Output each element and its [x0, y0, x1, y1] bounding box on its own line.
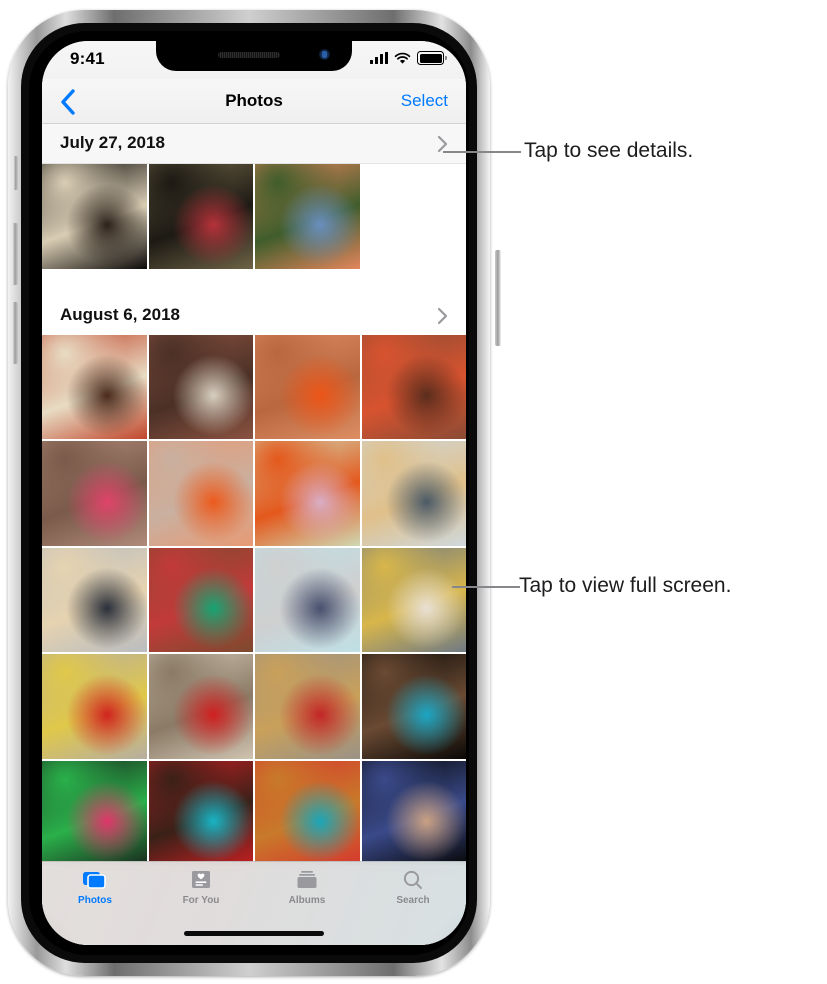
for-you-heart-card-icon — [188, 869, 214, 891]
earpiece-speaker-icon — [218, 52, 281, 58]
photo-thumbnail[interactable] — [361, 441, 466, 546]
boy-juggling-balls-green-wall — [255, 441, 360, 546]
tab-search[interactable]: Search — [360, 862, 466, 914]
boy-in-teal-robe-red-textile — [255, 760, 360, 865]
notch — [156, 41, 352, 71]
woman-in-red-top-by-taxi — [42, 654, 147, 759]
photo-thumbnail[interactable] — [148, 547, 253, 652]
photo-thumbnail[interactable] — [255, 441, 360, 546]
man-in-teal-robe-red-background — [148, 760, 253, 865]
tab-list: Photos For You Albums Search — [42, 862, 466, 914]
select-button[interactable]: Select — [401, 91, 448, 111]
device-screen: 9:41 Photos Select July 27, 2018 August … — [42, 41, 466, 945]
navigation-bar: Photos Select — [42, 79, 466, 124]
photo-thumbnail[interactable] — [148, 334, 253, 439]
boy-in-orange-shirt-running — [255, 334, 360, 439]
tab-label: Albums — [288, 895, 326, 906]
chevron-right-icon — [437, 307, 448, 324]
man-in-patterned-robe-in-alley — [148, 334, 253, 439]
smiling-girl-by-taxi — [361, 547, 466, 652]
woman-in-embroidered-red-dress — [255, 654, 360, 759]
date-header-july[interactable]: July 27, 2018 — [42, 123, 466, 164]
status-bar-indicators — [370, 51, 447, 65]
photo-thumbnail[interactable] — [255, 164, 360, 269]
tab-photos[interactable]: Photos — [42, 862, 148, 914]
section-spacer — [42, 268, 466, 295]
photos-stack-icon — [82, 869, 108, 891]
date-disclosure-button-august[interactable] — [437, 307, 448, 330]
photo-thumbnail[interactable] — [42, 760, 147, 865]
woman-profile-dark-background — [361, 760, 466, 865]
photo-thumbnail[interactable] — [255, 334, 360, 439]
battery-icon — [417, 51, 447, 65]
tab-label: Search — [396, 895, 430, 906]
photo-thumbnail[interactable] — [42, 164, 147, 269]
photo-thumbnail[interactable] — [361, 654, 466, 759]
silhouette-woman-by-window — [42, 164, 147, 269]
tab-albums[interactable]: Albums — [254, 862, 360, 914]
smiling-woman-red-sweater — [148, 654, 253, 759]
photo-thumbnail[interactable] — [361, 760, 466, 865]
elderly-man-with-flat-cap — [255, 547, 360, 652]
albums-icon — [294, 869, 320, 891]
screenshot-root: 9:41 Photos Select July 27, 2018 August … — [0, 0, 827, 984]
girl-in-blue-red-dress-on-steps — [255, 164, 360, 269]
front-camera-icon — [319, 49, 330, 60]
status-bar-time: 9:41 — [70, 49, 105, 68]
woman-in-pink-dress-seated — [42, 441, 147, 546]
callout-leader-line-fullscreen — [452, 586, 520, 588]
tab-label: Photos — [78, 895, 112, 906]
callout-leader-line-details — [443, 151, 521, 153]
photo-thumbnail[interactable] — [42, 654, 147, 759]
person-with-cloth-in-wind — [42, 547, 147, 652]
man-in-striped-robe-at-sunset — [361, 441, 466, 546]
wifi-icon — [394, 52, 411, 64]
photo-thumbnail[interactable] — [42, 441, 147, 546]
woman-with-colored-light-portrait — [42, 760, 147, 865]
photo-grid-august[interactable] — [42, 334, 466, 865]
photo-thumbnail[interactable] — [255, 760, 360, 865]
photo-thumbnail[interactable] — [42, 334, 147, 439]
date-disclosure-button-july[interactable] — [437, 135, 448, 158]
woman-in-red-shirt-at-checkered-table — [148, 164, 253, 269]
volume-up-button[interactable] — [12, 223, 18, 285]
photo-thumbnail[interactable] — [148, 654, 253, 759]
photo-thumbnail[interactable] — [361, 334, 466, 439]
date-label: July 27, 2018 — [60, 133, 165, 152]
photo-thumbnail[interactable] — [148, 760, 253, 865]
man-in-green-shirt-with-rugs — [148, 547, 253, 652]
tab-for-you[interactable]: For You — [148, 862, 254, 914]
photo-thumbnail[interactable] — [361, 547, 466, 652]
silent-switch-button[interactable] — [13, 156, 18, 190]
photo-thumbnail[interactable] — [148, 441, 253, 546]
figure-in-blue-in-dark-archway — [361, 654, 466, 759]
photo-thumbnail[interactable] — [255, 547, 360, 652]
date-label: August 6, 2018 — [60, 304, 180, 324]
woman-in-red-dress-on-dune — [361, 334, 466, 439]
callout-text-details: Tap to see details. — [524, 139, 694, 162]
callout-text-fullscreen: Tap to view full screen. — [519, 574, 732, 597]
date-header-august[interactable]: August 6, 2018 — [42, 294, 466, 335]
tab-bar: Photos For You Albums Search — [42, 861, 466, 945]
cellular-signal-icon — [370, 52, 388, 64]
volume-down-button[interactable] — [12, 302, 18, 364]
iphone-device-frame: 9:41 Photos Select July 27, 2018 August … — [8, 10, 501, 976]
photo-thumbnail[interactable] — [42, 547, 147, 652]
tab-label: For You — [182, 895, 220, 906]
boy-juggling-ball-orange-wall — [148, 441, 253, 546]
power-button[interactable] — [495, 250, 501, 346]
photos-scroll-view[interactable]: July 27, 2018 August 6, 2018 — [42, 123, 466, 945]
magnifying-glass-icon — [400, 869, 426, 891]
photo-thumbnail[interactable] — [255, 654, 360, 759]
photo-thumbnail[interactable] — [148, 164, 253, 269]
home-indicator[interactable] — [184, 931, 324, 936]
woman-with-curly-hair-portrait — [42, 334, 147, 439]
photo-grid-july[interactable] — [42, 164, 466, 269]
